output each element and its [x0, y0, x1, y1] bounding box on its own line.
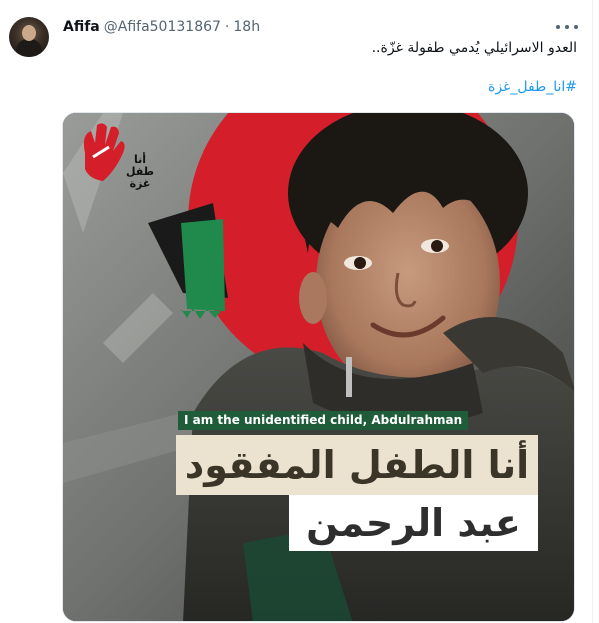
avatar-figure [16, 39, 42, 57]
timeline-border [592, 0, 593, 623]
hashtag-link[interactable]: #انا_طفل_غزة [488, 79, 577, 95]
tweet-text: العدو الاسرائيلي يُدمي طفولة غزّة.. [371, 40, 577, 56]
display-name[interactable]: Afifa [63, 19, 100, 35]
user-handle[interactable]: @Afifa50131867 [104, 19, 221, 35]
avatar[interactable] [9, 17, 49, 57]
flag-green-stripe [181, 219, 225, 311]
more-options-icon[interactable] [556, 20, 578, 34]
caption-arabic-line1: أنا الطفل المفقود [176, 435, 538, 495]
logo-text: أنا طفل غزة [125, 153, 155, 190]
tweet-header: Afifa @Afifa50131867 · 18h [63, 17, 260, 37]
separator-dot: · [224, 19, 230, 35]
avatar-face [22, 25, 36, 41]
caption-english: I am the unidentified child, Abdulrahman [178, 411, 469, 430]
caption-arabic-line2: عبد الرحمن [289, 495, 538, 551]
tweet-media-image[interactable]: أنا طفل غزة I am the unidentified child,… [62, 112, 575, 622]
timestamp[interactable]: 18h [233, 19, 260, 35]
